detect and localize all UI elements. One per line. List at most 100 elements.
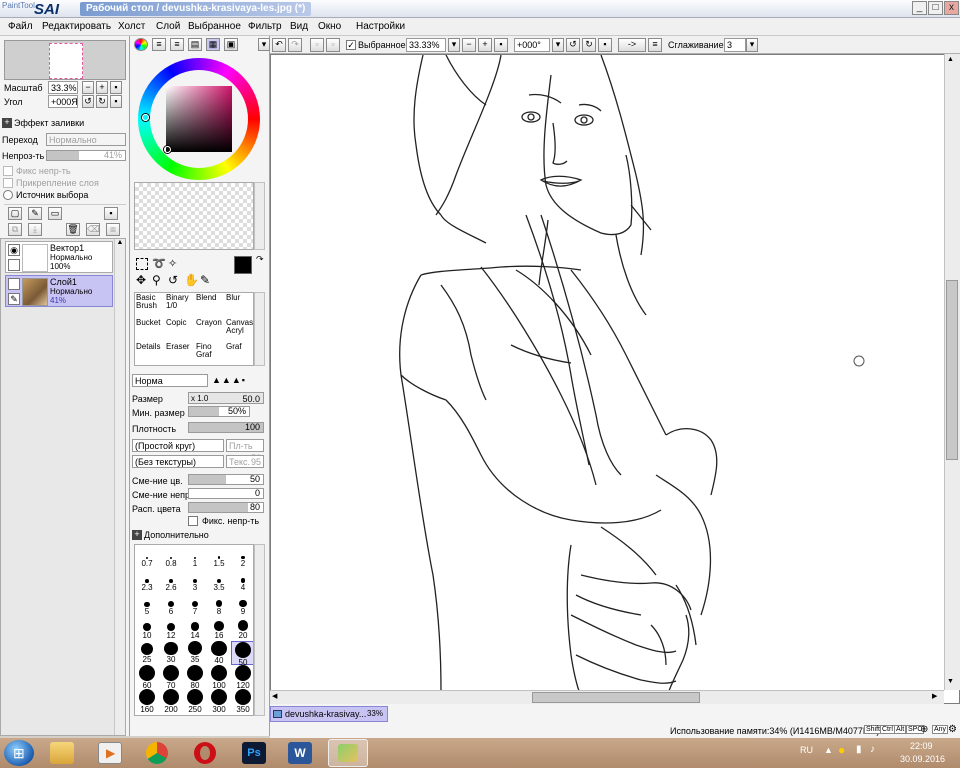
merge-down-icon[interactable]: ⤓ xyxy=(28,223,42,236)
zoom-out-button[interactable]: − xyxy=(82,81,94,94)
brush-size-preset[interactable]: 30 xyxy=(159,641,183,665)
rotate-left-button[interactable]: ↺ xyxy=(566,38,580,52)
zoom-value[interactable]: 33.3% xyxy=(48,81,78,94)
menu-view[interactable]: Вид xyxy=(290,21,308,32)
vertical-scroll-thumb[interactable] xyxy=(946,280,958,460)
brush-size-preset[interactable]: 3 xyxy=(183,569,207,593)
selection-source-radio[interactable] xyxy=(3,190,13,200)
undo-icon[interactable]: ↶ xyxy=(272,38,286,52)
texture-strength-field[interactable]: Текс. 95 xyxy=(226,455,264,468)
zoom-select[interactable]: 33.33% xyxy=(406,38,446,52)
brush-tool[interactable]: Graf xyxy=(226,343,256,367)
blend-mode-select[interactable]: Нормально xyxy=(46,133,126,146)
hue-handle[interactable] xyxy=(142,114,149,121)
clock-date[interactable]: 30.09.2016 xyxy=(900,754,945,764)
merge-visible-icon[interactable]: ⧈ xyxy=(106,223,120,236)
brush-size-preset[interactable]: 200 xyxy=(159,689,183,714)
brush-size-preset[interactable]: 1.5 xyxy=(207,545,231,569)
show-hidden-icons[interactable]: ▲ xyxy=(824,745,833,755)
brush-size-preset[interactable]: 5 xyxy=(135,593,159,617)
menu-canvas[interactable]: Холст xyxy=(118,21,145,32)
density-slider[interactable]: 100 xyxy=(188,422,264,433)
smoothing-select[interactable]: 3 xyxy=(724,38,746,52)
clip-layer-checkbox[interactable] xyxy=(3,178,13,188)
brush-shape-select[interactable]: (Простой круг) xyxy=(132,439,224,452)
horizontal-scroll-thumb[interactable] xyxy=(532,692,700,703)
selection-checkbox[interactable]: ✓ xyxy=(346,40,356,50)
delete-layer-icon[interactable]: 🗑 xyxy=(66,223,80,236)
brush-grid-scrollbar[interactable] xyxy=(254,292,265,366)
brush-size-preset[interactable]: 12 xyxy=(159,617,183,641)
brush-size-preset[interactable]: 35 xyxy=(183,641,207,665)
visibility-toggle[interactable] xyxy=(8,278,20,290)
brush-size-preset[interactable]: 7 xyxy=(183,593,207,617)
redo-icon[interactable]: ↷ xyxy=(288,38,302,52)
tray-app-icon[interactable]: ● xyxy=(838,743,845,757)
layer-item-layer1[interactable]: ✎ Слой1 Нормально 41% xyxy=(5,275,113,307)
brush-tool[interactable]: Blur xyxy=(226,294,256,318)
rotate-left-button[interactable]: ↺ xyxy=(82,95,94,108)
brush-size-preset[interactable]: 20 xyxy=(231,617,253,641)
shape-strength-field[interactable]: Пл-ть 50 xyxy=(226,439,264,463)
brush-size-preset[interactable]: 40 xyxy=(207,641,231,665)
menu-settings[interactable]: Настройки xyxy=(356,21,405,32)
hand-icon[interactable]: ✋ xyxy=(184,274,199,287)
brush-size-preset[interactable]: 6 xyxy=(159,593,183,617)
brush-tool[interactable]: Bucket xyxy=(136,319,166,343)
brush-tool[interactable]: Basic Brush xyxy=(136,294,166,318)
brush-size-preset[interactable]: 80 xyxy=(183,665,207,690)
zoom-in-button[interactable]: + xyxy=(96,81,108,94)
magic-wand-icon[interactable]: ✧ xyxy=(168,258,182,271)
scroll-up-icon[interactable]: ▲ xyxy=(947,56,954,63)
stabilizer-icon[interactable]: ≡ xyxy=(648,38,662,52)
dilution-slider[interactable]: 0 xyxy=(188,488,264,499)
lock-icon[interactable] xyxy=(8,259,20,271)
brush-tool[interactable]: Eraser xyxy=(166,343,196,367)
brush-size-preset[interactable]: 60 xyxy=(135,665,159,690)
brush-size-preset[interactable]: 16 xyxy=(207,617,231,641)
size-slider[interactable]: x 1.0 50.0 xyxy=(188,392,264,404)
brush-size-preset[interactable]: 9 xyxy=(231,593,253,617)
keep-opacity-checkbox[interactable] xyxy=(188,516,198,526)
move-icon[interactable]: ✥ xyxy=(136,274,150,287)
canvas-vertical-scrollbar[interactable]: ▲ ▼ xyxy=(944,54,960,690)
panel-menu-icon[interactable]: ▾ xyxy=(258,38,270,51)
new-folder-icon[interactable]: ▭ xyxy=(48,207,62,220)
close-button[interactable]: x xyxy=(944,1,959,15)
brush-icon[interactable]: ✎ xyxy=(8,293,20,305)
brush-size-preset[interactable]: 160 xyxy=(135,689,159,714)
chrome-icon[interactable] xyxy=(146,742,168,764)
brush-tool[interactable]: Binary 1/0 xyxy=(166,294,196,318)
menu-filter[interactable]: Фильтр xyxy=(248,21,282,32)
layer-settings-icon[interactable]: ▪ xyxy=(104,207,118,220)
persistence-slider[interactable]: 80 xyxy=(188,502,264,513)
rotate-icon[interactable]: ↺ xyxy=(168,274,182,287)
zoom-icon[interactable]: ⚲ xyxy=(152,274,166,287)
lasso-icon[interactable]: ➰ xyxy=(152,258,166,271)
language-indicator[interactable]: RU xyxy=(800,745,813,755)
swap-colors-icon[interactable]: ↷ xyxy=(256,254,264,265)
min-size-slider[interactable]: 50% xyxy=(188,406,250,417)
angle-dropdown-icon[interactable]: ▾ xyxy=(552,38,564,52)
swatch-scrollbar[interactable] xyxy=(254,182,265,250)
brush-size-preset[interactable]: 10 xyxy=(135,617,159,641)
network-icon[interactable]: ▮ xyxy=(856,744,862,755)
plus-icon[interactable]: + xyxy=(132,530,142,540)
media-player-icon[interactable]: ▶ xyxy=(98,742,122,764)
rotate-right-button[interactable]: ↻ xyxy=(96,95,108,108)
rotate-reset-button[interactable]: ▪ xyxy=(598,38,612,52)
brush-size-preset[interactable]: 14 xyxy=(183,617,207,641)
layer-item-vector1[interactable]: ◉ Вектор1 Нормально 100% xyxy=(5,241,113,273)
color-swatches[interactable] xyxy=(134,182,254,250)
angle-select[interactable]: +000° xyxy=(514,38,550,52)
hsv-sliders-icon[interactable]: ≡ xyxy=(170,38,184,51)
brush-size-preset[interactable]: 2.3 xyxy=(135,569,159,593)
color-wheel-icon[interactable] xyxy=(134,38,148,51)
navigator-preview[interactable] xyxy=(4,40,126,80)
zoom-in-button[interactable]: + xyxy=(478,38,492,52)
brush-size-preset[interactable]: 50 xyxy=(231,641,253,667)
brush-size-preset[interactable]: 4 xyxy=(231,569,253,593)
scroll-left-icon[interactable]: ◀ xyxy=(272,692,277,700)
scratchpad-icon[interactable]: ▣ xyxy=(224,38,238,51)
brush-size-preset[interactable]: 70 xyxy=(159,665,183,690)
